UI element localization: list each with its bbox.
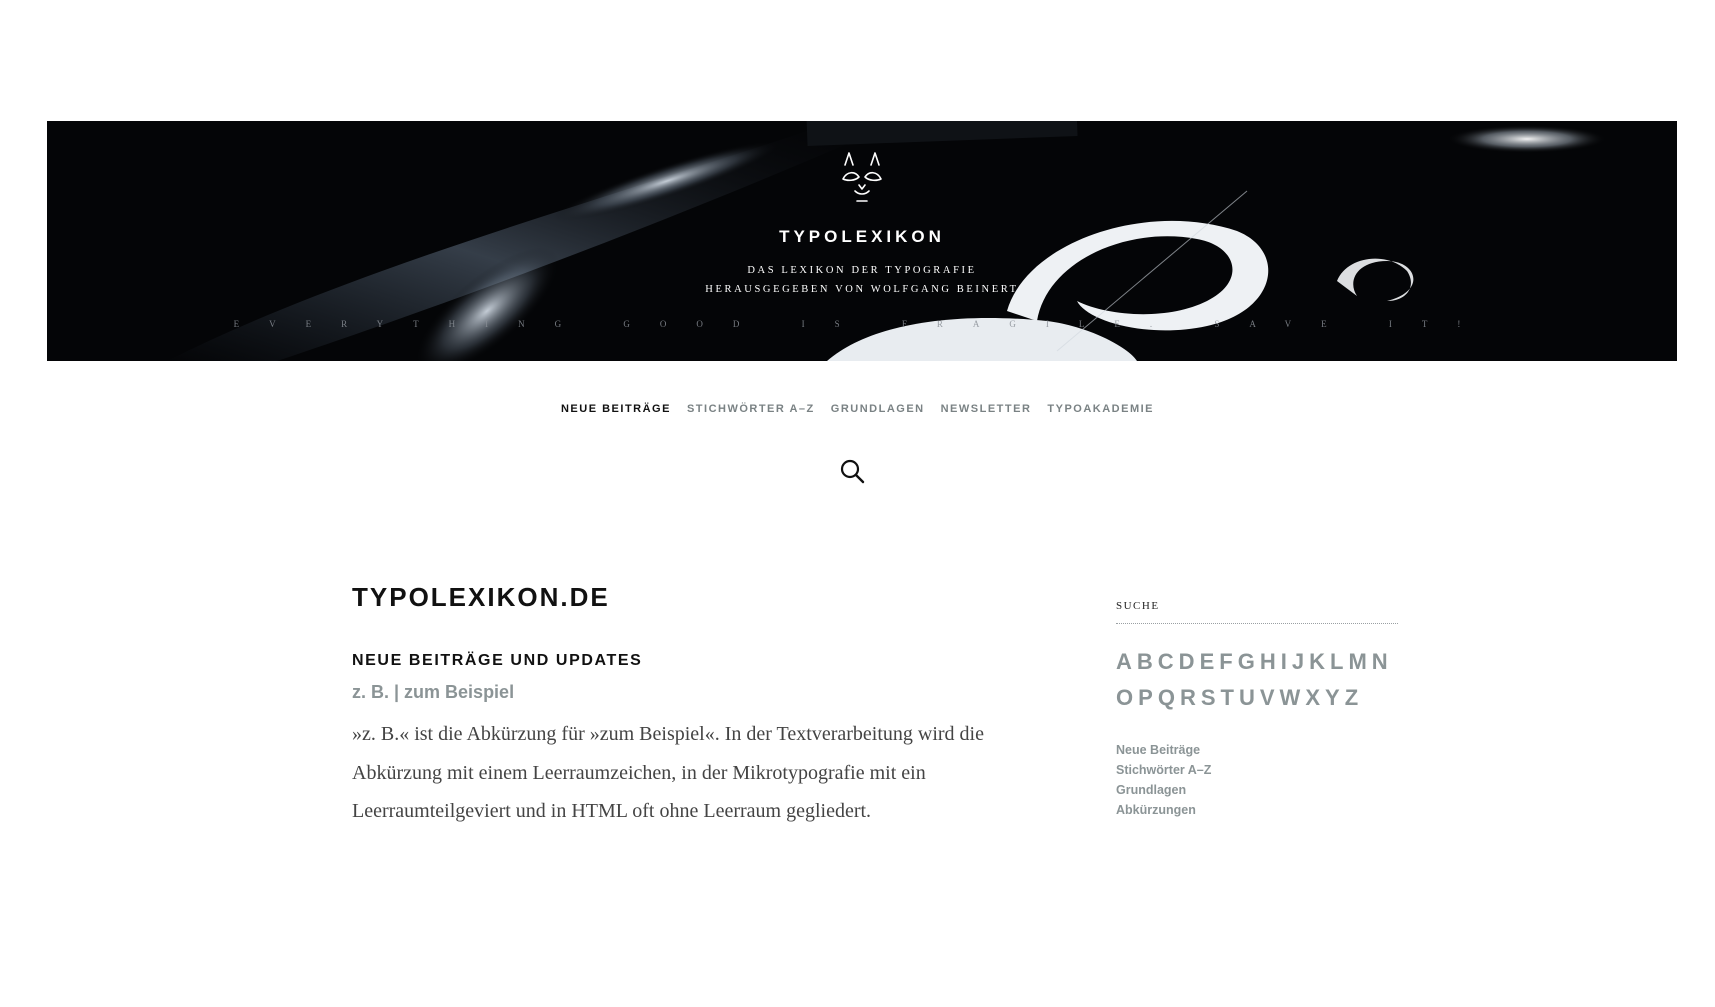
alphabet-letter-i[interactable]: I [1281, 647, 1287, 677]
main-content: TYPOLEXIKON.DE NEUE BEITRÄGE UND UPDATES… [352, 582, 1022, 831]
post-excerpt: »z. B.« ist die Abkürzung für »zum Beisp… [352, 723, 984, 822]
post-entry: z. B. | zum Beispiel »z. B.« ist die Abk… [352, 670, 1022, 831]
alphabet-letter-e[interactable]: E [1200, 647, 1215, 677]
alphabet-letter-a[interactable]: A [1116, 647, 1132, 677]
main-navigation: NEUE BEITRÄGE STICHWÖRTER A–Z GRUNDLAGEN… [0, 403, 1715, 415]
alphabet-letter-y[interactable]: Y [1325, 683, 1340, 713]
alphabet-letter-s[interactable]: S [1201, 683, 1216, 713]
post-title-link[interactable]: z. B. | zum Beispiel [352, 682, 514, 703]
section-title: NEUE BEITRÄGE UND UPDATES [352, 652, 643, 669]
tagline-line-1: DAS LEXIKON DER TYPOGRAFIE [747, 265, 977, 276]
alphabet-letter-t[interactable]: T [1221, 683, 1234, 713]
search-widget-title: SUCHE [1116, 600, 1398, 624]
alphabet-letter-f[interactable]: F [1219, 647, 1232, 677]
sidebar-link-stichwoerter[interactable]: Stichwörter A–Z [1116, 763, 1398, 777]
nav-item-stichwoerter[interactable]: STICHWÖRTER A–Z [687, 403, 815, 415]
alphabet-letter-v[interactable]: V [1260, 683, 1275, 713]
site-tagline: DAS LEXIKON DER TYPOGRAFIE HERAUSGEGEBEN… [47, 261, 1677, 299]
sidebar-link-neue-beitraege[interactable]: Neue Beiträge [1116, 743, 1398, 757]
alphabet-letter-k[interactable]: K [1309, 647, 1325, 677]
site-motto: EVERYTHING GOOD IS FRAGILE. SAVE IT! [233, 319, 1491, 329]
alphabet-index: A B C D E F G H I J K L M N O P Q R S T … [1116, 647, 1398, 713]
alphabet-letter-l[interactable]: L [1330, 647, 1343, 677]
sidebar-link-abkuerzungen[interactable]: Abkürzungen [1116, 803, 1398, 817]
sidebar: SUCHE A B C D E F G H I J K L M N O P Q … [1116, 600, 1398, 817]
tagline-line-2: HERAUSGEGEBEN VON WOLFGANG BEINERT [705, 284, 1019, 295]
alphabet-letter-r[interactable]: R [1180, 683, 1196, 713]
nav-item-typoakademie[interactable]: TYPOAKADEMIE [1047, 403, 1154, 415]
nav-item-neue-beitraege[interactable]: NEUE BEITRÄGE [561, 403, 671, 415]
alphabet-letter-w[interactable]: W [1280, 683, 1301, 713]
alphabet-letter-x[interactable]: X [1305, 683, 1320, 713]
alphabet-letter-u[interactable]: U [1239, 683, 1255, 713]
cat-face-logo-icon[interactable] [837, 149, 887, 207]
alphabet-letter-o[interactable]: O [1116, 683, 1133, 713]
alphabet-letter-q[interactable]: Q [1158, 683, 1175, 713]
alphabet-letter-d[interactable]: D [1179, 647, 1195, 677]
alphabet-letter-n[interactable]: N [1372, 647, 1388, 677]
header-banner: TYPOLEXIKON DAS LEXIKON DER TYPOGRAFIE H… [47, 121, 1677, 361]
alphabet-letter-m[interactable]: M [1348, 647, 1366, 677]
alphabet-letter-j[interactable]: J [1292, 647, 1304, 677]
alphabet-letter-c[interactable]: C [1158, 647, 1174, 677]
sidebar-links: Neue Beiträge Stichwörter A–Z Grundlagen… [1116, 743, 1398, 817]
alphabet-letter-p[interactable]: P [1138, 683, 1153, 713]
alphabet-letter-z[interactable]: Z [1345, 683, 1358, 713]
site-title[interactable]: TYPOLEXIKON [47, 227, 1677, 247]
sidebar-link-grundlagen[interactable]: Grundlagen [1116, 783, 1398, 797]
page-title: TYPOLEXIKON.DE [352, 582, 610, 612]
alphabet-letter-b[interactable]: B [1137, 647, 1153, 677]
search-icon[interactable] [838, 457, 866, 485]
nav-item-grundlagen[interactable]: GRUNDLAGEN [831, 403, 925, 415]
alphabet-letter-h[interactable]: H [1260, 647, 1276, 677]
nav-item-newsletter[interactable]: NEWSLETTER [941, 403, 1032, 415]
alphabet-letter-g[interactable]: G [1238, 647, 1255, 677]
